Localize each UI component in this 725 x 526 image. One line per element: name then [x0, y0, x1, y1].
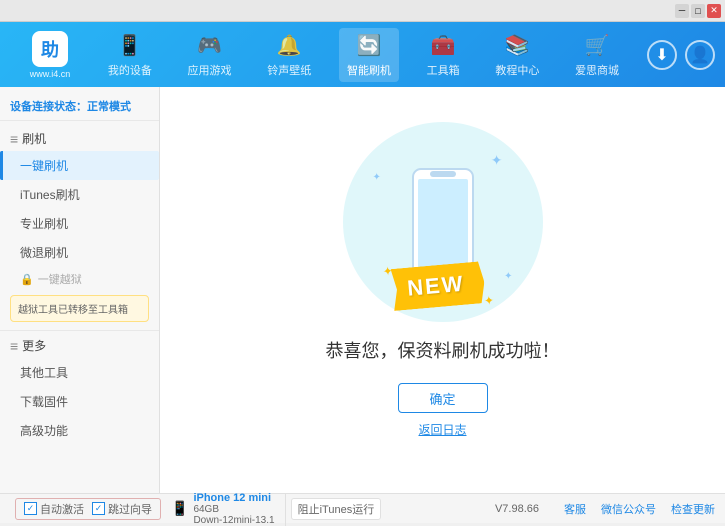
phone-illustration: ✦ ✦ ✦ ✦ NEW ✦: [363, 142, 523, 322]
sidebar-item-one-key-flash[interactable]: 一键刷机: [0, 151, 159, 180]
wechat-link[interactable]: 微信公众号: [601, 501, 656, 517]
device-icon: 📱: [171, 500, 188, 517]
nav-apps[interactable]: 🎮 应用游戏: [180, 28, 240, 82]
apps-icon: 🎮: [196, 32, 224, 60]
tutorials-icon: 📚: [503, 32, 531, 60]
logo-subtitle: www.i4.cn: [30, 69, 71, 79]
nav-ringtones[interactable]: 🔔 铃声壁纸: [259, 28, 319, 82]
toolbox-icon: 🧰: [429, 32, 457, 60]
my-device-icon: 📱: [116, 32, 144, 60]
success-illustration: ✦ ✦ ✦ ✦ NEW ✦ 恭喜您，: [326, 142, 560, 438]
back-link[interactable]: 返回日志: [418, 421, 466, 438]
maximize-button[interactable]: □: [691, 4, 705, 18]
sparkle-1: ✦: [491, 152, 503, 169]
new-ribbon-bg: NEW: [390, 261, 486, 311]
star-right-icon: ✦: [483, 293, 494, 308]
flash-section-header: ≡ 刷机: [0, 126, 159, 151]
device-storage: 64GB: [193, 504, 274, 515]
bottom-bar: ✓ 自动激活 ✓ 跳过向导 📱 iPhone 12 mini 64GB Down…: [0, 493, 725, 523]
ringtones-label: 铃声壁纸: [267, 62, 311, 78]
smart-flash-icon: 🔄: [355, 32, 383, 60]
nav-my-device[interactable]: 📱 我的设备: [100, 28, 160, 82]
device-firmware: Down-12mini-13.1: [193, 515, 274, 526]
sidebar-item-pro-flash[interactable]: 专业刷机: [0, 209, 159, 238]
customer-service-link[interactable]: 客服: [564, 501, 586, 517]
ringtones-icon: 🔔: [275, 32, 303, 60]
nav-items: 📱 我的设备 🎮 应用游戏 🔔 铃声壁纸 🔄 智能刷机 🧰 工具箱 📚 教程中心…: [90, 28, 637, 82]
skip-wizard-checkbox[interactable]: ✓ 跳过向导: [92, 501, 152, 517]
sidebar-item-advanced[interactable]: 高级功能: [0, 416, 159, 445]
my-device-label: 我的设备: [108, 62, 152, 78]
more-section-label: 更多: [22, 337, 46, 354]
tutorials-label: 教程中心: [495, 62, 539, 78]
new-badge-text: NEW: [406, 271, 465, 301]
main-area: 设备连接状态：正常模式 ≡ 刷机 一键刷机 iTunes刷机 专业刷机 微退刷机…: [0, 87, 725, 493]
nav-store[interactable]: 🛒 爱思商城: [567, 28, 627, 82]
title-bar: － □ ✕: [0, 0, 725, 22]
auto-launch-label: 自动激活: [40, 501, 84, 517]
store-icon: 🛒: [583, 32, 611, 60]
star-left-icon: ✦: [382, 264, 393, 279]
more-section-header: ≡ 更多: [0, 330, 159, 358]
status-value: 正常模式: [87, 101, 131, 113]
flash-section-icon: ≡: [10, 131, 18, 147]
window-controls: － □ ✕: [675, 4, 721, 18]
lock-icon: 🔒: [20, 273, 34, 286]
content-area: ✦ ✦ ✦ ✦ NEW ✦ 恭喜您，: [160, 87, 725, 493]
connection-status: 设备连接状态：正常模式: [0, 92, 159, 121]
success-message: 恭喜您，保资料刷机成功啦！: [326, 337, 560, 363]
device-name: iPhone 12 mini: [193, 492, 274, 504]
new-ribbon: ✦ NEW ✦: [390, 261, 486, 311]
skip-wizard-checkbox-box[interactable]: ✓: [92, 502, 105, 515]
check-update-link[interactable]: 检查更新: [671, 501, 715, 517]
confirm-button[interactable]: 确定: [398, 383, 488, 413]
version-label: V7.98.66: [495, 503, 539, 515]
flash-section-label: 刷机: [22, 130, 46, 147]
smart-flash-label: 智能刷机: [347, 62, 391, 78]
sidebar-item-download-fw[interactable]: 下载固件: [0, 387, 159, 416]
status-label: 设备连接状态：: [10, 101, 87, 113]
auto-launch-checkbox-box[interactable]: ✓: [24, 502, 37, 515]
sparkle-3: ✦: [504, 271, 512, 282]
top-navigation: 助 www.i4.cn 📱 我的设备 🎮 应用游戏 🔔 铃声壁纸 🔄 智能刷机 …: [0, 22, 725, 87]
download-button[interactable]: ⬇: [647, 40, 677, 70]
confirm-btn-label: 确定: [429, 389, 455, 408]
jailbreak-notice: 越狱工具已转移至工具箱: [10, 295, 149, 322]
user-button[interactable]: 👤: [685, 40, 715, 70]
bottom-right-section: V7.98.66 客服 微信公众号 检查更新: [495, 501, 715, 517]
sidebar-item-itunes-flash[interactable]: iTunes刷机: [0, 180, 159, 209]
toolbox-label: 工具箱: [427, 62, 460, 78]
bottom-checkboxes: ✓ 自动激活 ✓ 跳过向导: [15, 498, 161, 520]
stop-itunes-label: 阻止iTunes运行: [298, 501, 375, 517]
logo-icon: 助: [32, 31, 68, 67]
sidebar: 设备连接状态：正常模式 ≡ 刷机 一键刷机 iTunes刷机 专业刷机 微退刷机…: [0, 87, 160, 493]
store-label: 爱思商城: [575, 62, 619, 78]
sidebar-item-wipe-flash[interactable]: 微退刷机: [0, 238, 159, 267]
stop-itunes-button[interactable]: 阻止iTunes运行: [291, 498, 382, 520]
jailbreak-section: 🔒 一键越狱: [0, 267, 159, 291]
auto-launch-checkbox[interactable]: ✓ 自动激活: [24, 501, 84, 517]
skip-wizard-label: 跳过向导: [108, 501, 152, 517]
apps-label: 应用游戏: [188, 62, 232, 78]
more-section-icon: ≡: [10, 338, 18, 354]
nav-tutorials[interactable]: 📚 教程中心: [487, 28, 547, 82]
minimize-button[interactable]: －: [675, 4, 689, 18]
logo: 助 www.i4.cn: [10, 31, 90, 79]
sparkle-2: ✦: [373, 172, 381, 183]
nav-smart-flash[interactable]: 🔄 智能刷机: [339, 28, 399, 82]
bottom-left-section: ✓ 自动激活 ✓ 跳过向导 📱 iPhone 12 mini 64GB Down…: [10, 492, 495, 526]
sidebar-item-other-tools[interactable]: 其他工具: [0, 358, 159, 387]
close-button[interactable]: ✕: [707, 4, 721, 18]
device-details: iPhone 12 mini 64GB Down-12mini-13.1: [193, 492, 274, 526]
device-info-section: 📱 iPhone 12 mini 64GB Down-12mini-13.1: [161, 492, 286, 526]
nav-toolbox[interactable]: 🧰 工具箱: [419, 28, 468, 82]
jailbreak-label: 一键越狱: [38, 271, 82, 287]
nav-right-controls: ⬇ 👤: [647, 40, 715, 70]
